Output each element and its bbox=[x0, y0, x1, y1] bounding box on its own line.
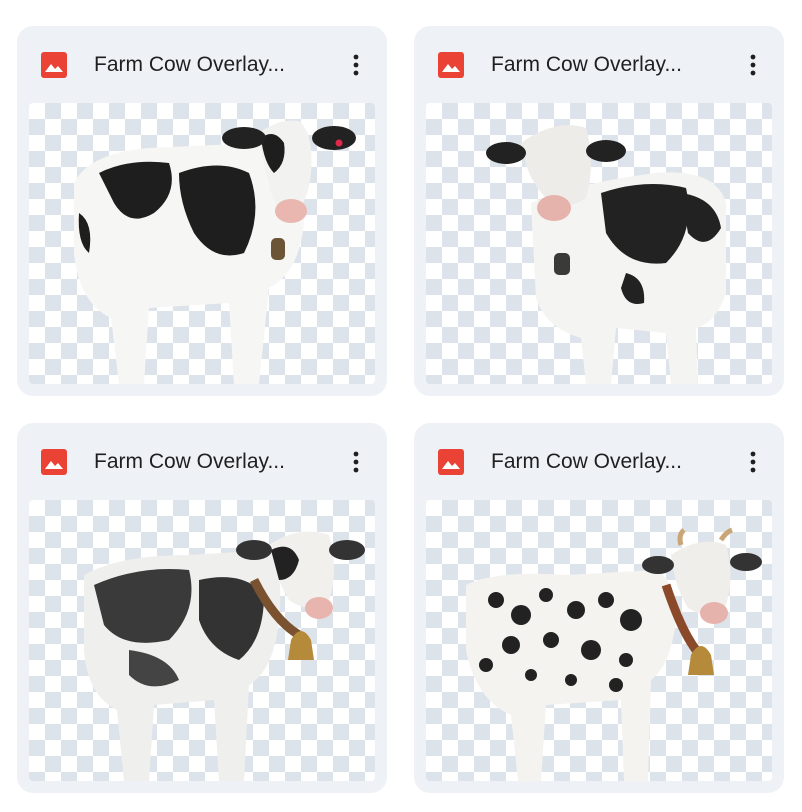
file-name: Farm Cow Overlay... bbox=[491, 53, 682, 76]
more-vert-icon bbox=[353, 451, 359, 473]
file-name: Farm Cow Overlay... bbox=[94, 53, 285, 76]
file-thumbnail[interactable] bbox=[426, 500, 772, 781]
file-card[interactable]: Farm Cow Overlay... bbox=[17, 423, 387, 793]
file-thumbnail[interactable] bbox=[29, 500, 375, 781]
image-file-icon bbox=[438, 52, 464, 78]
more-options-button[interactable] bbox=[736, 48, 770, 82]
more-options-button[interactable] bbox=[339, 445, 373, 479]
file-grid: Farm Cow Overlay... Farm Cow Overlay... … bbox=[0, 0, 802, 812]
more-vert-icon bbox=[750, 451, 756, 473]
image-file-icon bbox=[41, 52, 67, 78]
more-options-button[interactable] bbox=[339, 48, 373, 82]
image-file-icon bbox=[41, 449, 67, 475]
file-thumbnail[interactable] bbox=[29, 103, 375, 384]
more-options-button[interactable] bbox=[736, 445, 770, 479]
file-card[interactable]: Farm Cow Overlay... bbox=[414, 423, 784, 793]
cow-image bbox=[486, 125, 726, 384]
file-name: Farm Cow Overlay... bbox=[491, 450, 682, 473]
cow-image bbox=[84, 531, 365, 781]
more-vert-icon bbox=[750, 54, 756, 76]
file-card[interactable]: Farm Cow Overlay... bbox=[414, 26, 784, 396]
cow-image bbox=[466, 527, 762, 781]
more-vert-icon bbox=[353, 54, 359, 76]
file-thumbnail[interactable] bbox=[426, 103, 772, 384]
file-card[interactable]: Farm Cow Overlay... bbox=[17, 26, 387, 396]
image-file-icon bbox=[438, 449, 464, 475]
file-name: Farm Cow Overlay... bbox=[94, 450, 285, 473]
cow-image bbox=[74, 120, 356, 384]
